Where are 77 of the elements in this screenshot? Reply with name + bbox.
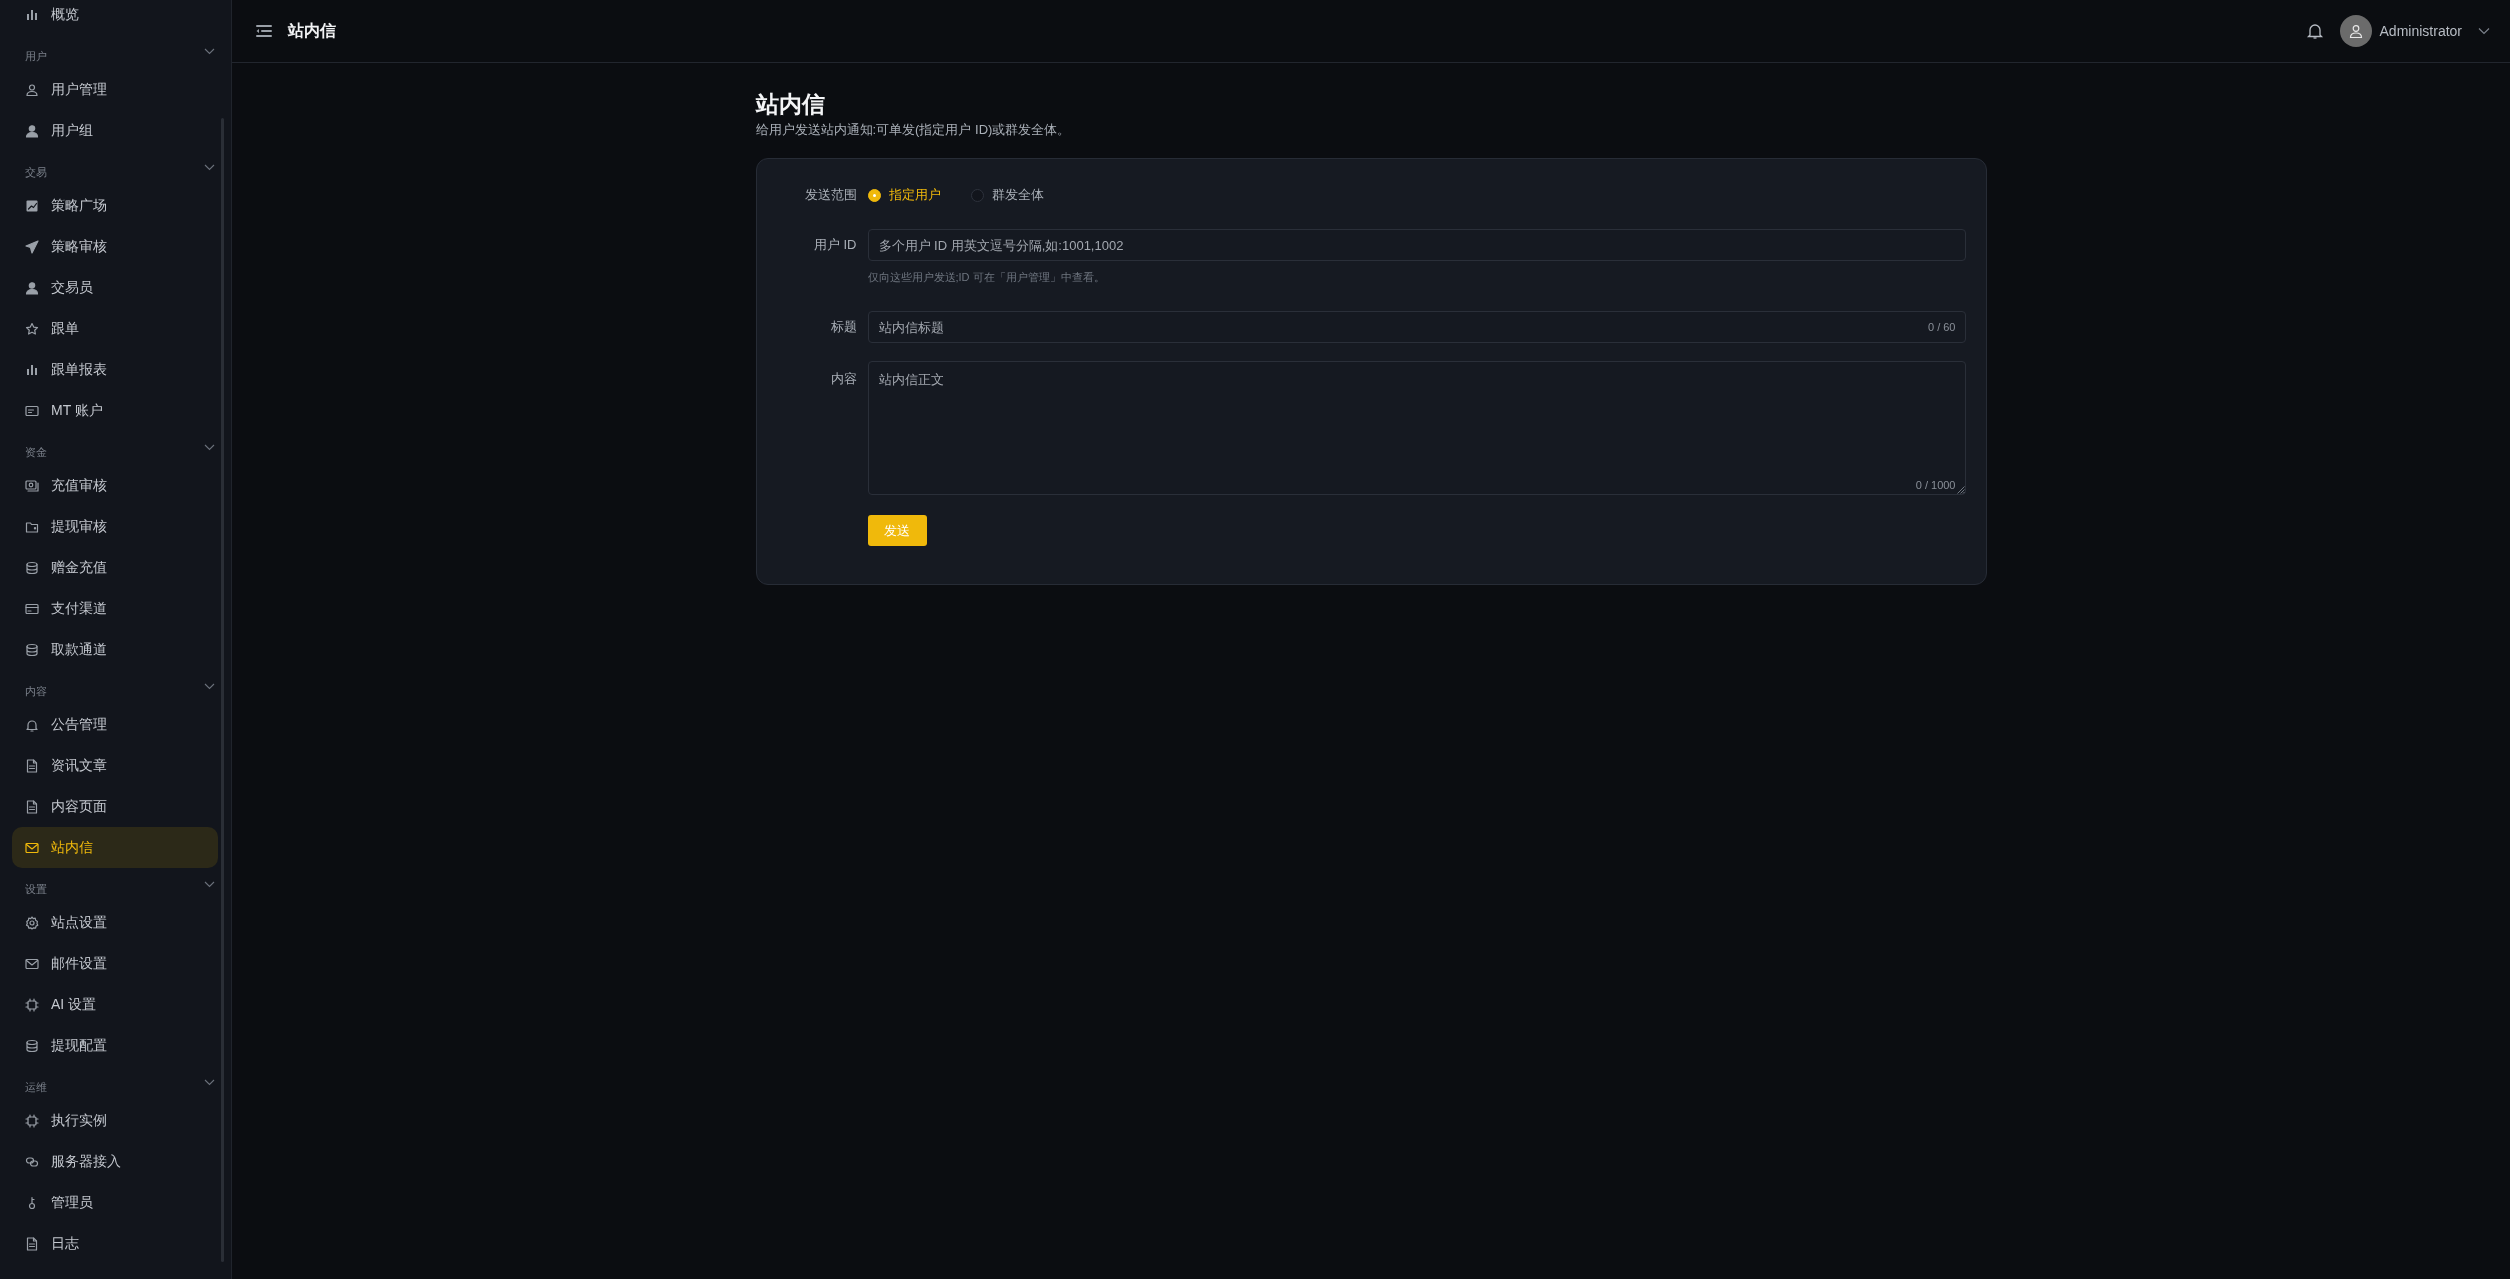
credit-card-icon <box>25 601 39 616</box>
sidebar-item[interactable]: 用户管理 <box>12 69 218 110</box>
document-icon <box>25 1236 39 1251</box>
sidebar-item[interactable]: 充值审核 <box>12 465 218 506</box>
avatar[interactable] <box>2339 15 2372 47</box>
sidebar-item[interactable]: 跟单 <box>12 308 218 349</box>
chip-icon <box>25 997 39 1012</box>
menu-icon[interactable] <box>256 24 272 38</box>
document-icon <box>25 758 39 773</box>
sidebar-item[interactable]: 日志 <box>12 1223 218 1264</box>
section-heading: 运维 <box>25 1080 47 1095</box>
sidebar-item[interactable]: 服务器接入 <box>12 1141 218 1182</box>
link-icon <box>25 1154 39 1169</box>
envelope-icon <box>25 840 39 855</box>
document-icon <box>25 799 39 814</box>
section-heading: 内容 <box>25 684 47 699</box>
page-title: 站内信 <box>755 90 826 119</box>
sidebar-item[interactable]: 赠金充值 <box>12 547 218 588</box>
sidebar-item[interactable]: MT 账户 <box>12 390 218 431</box>
envelope-icon <box>25 956 39 971</box>
bell-icon[interactable] <box>2305 22 2324 40</box>
sidebar-item[interactable]: 提现配置 <box>12 1025 218 1066</box>
sidebar-item[interactable]: 取款通道 <box>12 629 218 670</box>
chip-icon <box>25 1113 39 1128</box>
user-name[interactable]: Administrator <box>2379 20 2462 42</box>
bell-icon <box>25 717 39 732</box>
section-heading: 交易 <box>25 165 47 180</box>
user-icon <box>25 123 39 138</box>
radio-option[interactable]: 指定用户 <box>867 185 941 205</box>
resize-grip-icon[interactable] <box>1955 485 1965 494</box>
character-counter: 0 / 60 <box>1927 320 1956 335</box>
header-title: 站内信 <box>288 21 336 41</box>
bar-chart-icon <box>25 362 39 377</box>
field-label: 标题 <box>829 318 857 337</box>
sidebar-item[interactable]: 管理员 <box>12 1182 218 1223</box>
database-icon <box>25 560 39 575</box>
field-label: 发送范围 <box>803 186 857 205</box>
user-icon <box>25 280 39 295</box>
line-chart-icon <box>25 198 39 213</box>
paper-plane-icon <box>25 239 39 254</box>
sidebar-item[interactable]: AI 设置 <box>12 984 218 1025</box>
star-icon <box>25 321 39 336</box>
gear-icon <box>25 915 39 930</box>
radio-option[interactable]: 群发全体 <box>970 185 1044 205</box>
sidebar-item[interactable]: 站内信 <box>12 827 218 868</box>
database-icon <box>25 1038 39 1053</box>
character-counter: 0 / 1000 <box>1915 477 1956 493</box>
banknote-icon <box>25 478 39 493</box>
sidebar-item[interactable]: 邮件设置 <box>12 943 218 984</box>
bar-chart-icon <box>25 7 39 22</box>
help-text: 仅向这些用户发送;ID 可在「用户管理」中查看。 <box>867 270 1106 285</box>
sidebar-item[interactable]: 资讯文章 <box>12 745 218 786</box>
section-heading: 用户 <box>25 49 47 64</box>
sidebar-item[interactable]: 跟单报表 <box>12 349 218 390</box>
user-icon <box>25 82 39 97</box>
sidebar-item[interactable]: 策略广场 <box>12 185 218 226</box>
radio-button[interactable] <box>970 188 984 202</box>
sidebar-item[interactable]: 交易员 <box>12 267 218 308</box>
sidebar-item[interactable]: 策略审核 <box>12 226 218 267</box>
sidebar-item[interactable]: 内容页面 <box>12 786 218 827</box>
section-heading: 资金 <box>25 445 47 460</box>
sidebar-item[interactable]: 用户组 <box>12 110 218 151</box>
sidebar-item[interactable]: 支付渠道 <box>12 588 218 629</box>
sidebar-item[interactable]: 执行实例 <box>12 1100 218 1141</box>
sidebar-item[interactable]: 站点设置 <box>12 902 218 943</box>
field-label: 用户 ID <box>812 236 857 255</box>
sidebar-item[interactable]: 公告管理 <box>12 704 218 745</box>
folder-icon <box>25 519 39 534</box>
chevron-down-icon[interactable] <box>2478 27 2490 35</box>
sidebar-item[interactable]: 概览 <box>12 0 218 35</box>
page-subtitle: 给用户发送站内通知:可单发(指定用户 ID)或群发全体。 <box>755 121 1072 139</box>
database-icon <box>25 642 39 657</box>
id-card-icon <box>25 403 39 418</box>
sidebar-item[interactable]: 提现审核 <box>12 506 218 547</box>
field-label: 内容 <box>829 370 857 388</box>
section-heading: 设置 <box>25 882 47 897</box>
input-field[interactable]: 多个用户 ID 用英文逗号分隔,如:1001,1002 <box>867 229 1966 261</box>
